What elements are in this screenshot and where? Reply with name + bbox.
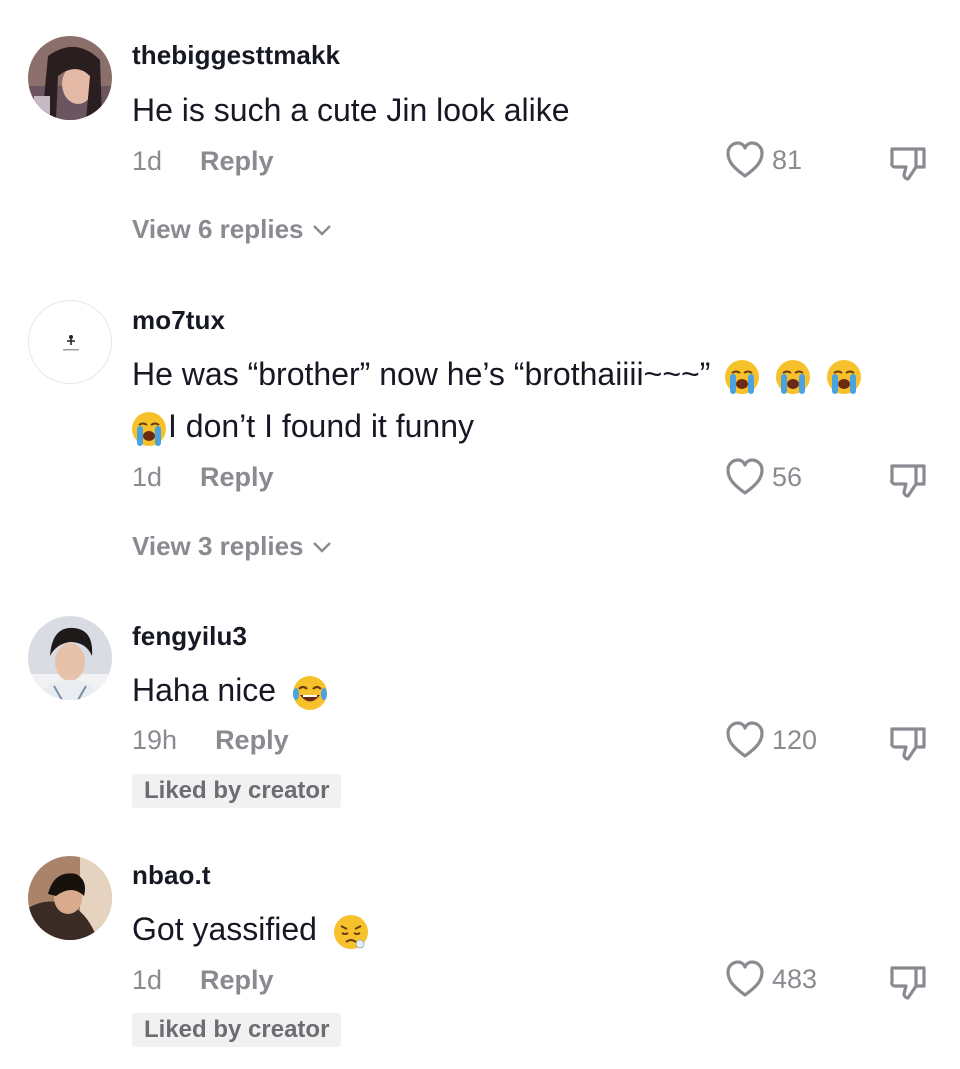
thumbs-down-icon[interactable] (886, 962, 930, 1002)
like-button[interactable]: 56 (724, 457, 802, 497)
comment-meta: 19h Reply (132, 725, 289, 756)
view-replies-label: View 6 replies (132, 214, 304, 244)
avatar[interactable] (28, 856, 112, 940)
comment-username[interactable]: thebiggesttmakk (132, 40, 340, 71)
view-replies-label: View 3 replies (132, 531, 304, 561)
comment-meta: 1d Reply (132, 965, 274, 996)
reply-button[interactable]: Reply (200, 462, 274, 493)
reply-button[interactable]: Reply (200, 965, 274, 996)
chevron-down-icon (312, 224, 331, 236)
like-button[interactable]: 483 (724, 959, 817, 999)
loudly-crying-face-emoji (132, 411, 166, 446)
comment-text: He was “brother” now he’s “brothaiiii~~~… (132, 356, 711, 392)
comment-time: 1d (132, 462, 163, 492)
comment-username[interactable]: mo7tux (132, 305, 225, 336)
avatar[interactable] (28, 36, 112, 120)
avatar[interactable] (28, 300, 112, 384)
comment-time: 1d (132, 146, 163, 176)
avatar[interactable] (28, 616, 112, 700)
comment-username[interactable]: fengyilu3 (132, 621, 247, 652)
like-count: 56 (772, 461, 803, 492)
comment-time: 1d (132, 965, 163, 995)
loudly-crying-face-emoji (725, 359, 760, 394)
comment-text: He is such a cute Jin look alike (132, 92, 570, 128)
thumbs-down-icon[interactable] (886, 143, 930, 183)
comment-text-line-1: Got yassified (132, 909, 370, 951)
comment-text-line-2: I don’t I found it funny (130, 406, 474, 448)
comment-text: I don’t I found it funny (168, 408, 474, 444)
loudly-crying-face-emoji (827, 359, 862, 394)
view-replies-button[interactable]: View 6 replies (132, 214, 332, 245)
liked-by-creator-badge: Liked by creator (132, 1013, 342, 1047)
comment-text: Got yassified (132, 911, 317, 947)
view-replies-button[interactable]: View 3 replies (132, 531, 332, 562)
liked-by-creator-badge: Liked by creator (132, 774, 342, 808)
comment-meta: 1d Reply (132, 462, 274, 493)
reply-button[interactable]: Reply (215, 725, 289, 756)
thumbs-down-icon[interactable] (886, 460, 930, 500)
tears-of-joy-emoji (292, 675, 327, 710)
comment-meta: 1d Reply (132, 146, 274, 177)
comment-text-line-1: He was “brother” now he’s “brothaiiii~~~… (132, 354, 863, 396)
loudly-crying-face-emoji (776, 359, 811, 394)
weary-face-emoji (333, 914, 368, 949)
heart-outline-icon (726, 141, 764, 178)
like-count: 120 (772, 724, 818, 755)
heart-outline-icon (726, 721, 764, 758)
like-button[interactable]: 120 (724, 720, 817, 760)
comment-text: Haha nice (132, 672, 277, 708)
comment-username[interactable]: nbao.t (132, 860, 211, 891)
like-count: 483 (772, 963, 818, 994)
heart-outline-icon (726, 960, 764, 997)
like-count: 81 (772, 144, 803, 175)
comment-time: 19h (132, 725, 178, 755)
thumbs-down-icon[interactable] (886, 723, 930, 763)
heart-outline-icon (726, 458, 764, 495)
reply-button[interactable]: Reply (200, 146, 274, 177)
chevron-down-icon (312, 541, 331, 553)
like-button[interactable]: 81 (724, 140, 802, 180)
comment-text-line-1: Haha nice (132, 670, 329, 712)
